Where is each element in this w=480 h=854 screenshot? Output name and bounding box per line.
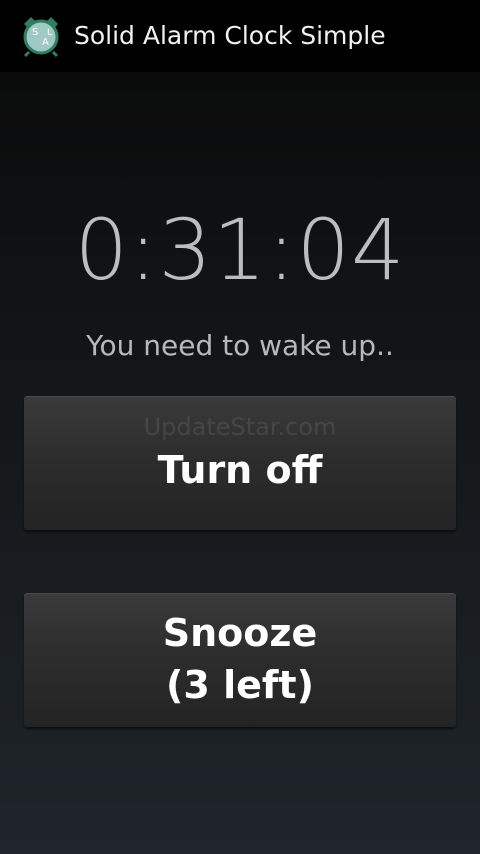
svg-text:S: S (32, 27, 38, 38)
title-bar: S A L Solid Alarm Clock Simple (0, 0, 480, 72)
turn-off-label: Turn off (157, 448, 323, 492)
app-title: Solid Alarm Clock Simple (74, 21, 386, 50)
snooze-label: Snooze (3 left) (24, 607, 456, 711)
alarm-time-display: 0:31:04 (74, 201, 406, 299)
snooze-label-line2: (3 left) (166, 663, 314, 707)
alarm-message: You need to wake up.. (86, 329, 394, 362)
alarm-clock-app-icon: S A L (23, 17, 59, 57)
svg-text:A: A (42, 37, 49, 48)
watermark-text: UpdateStar.com (143, 413, 337, 441)
snooze-button[interactable]: Snooze (3 left) (24, 593, 456, 727)
svg-text:L: L (47, 28, 52, 38)
snooze-label-line1: Snooze (162, 611, 318, 655)
turn-off-button[interactable]: UpdateStar.com Turn off (24, 396, 456, 530)
